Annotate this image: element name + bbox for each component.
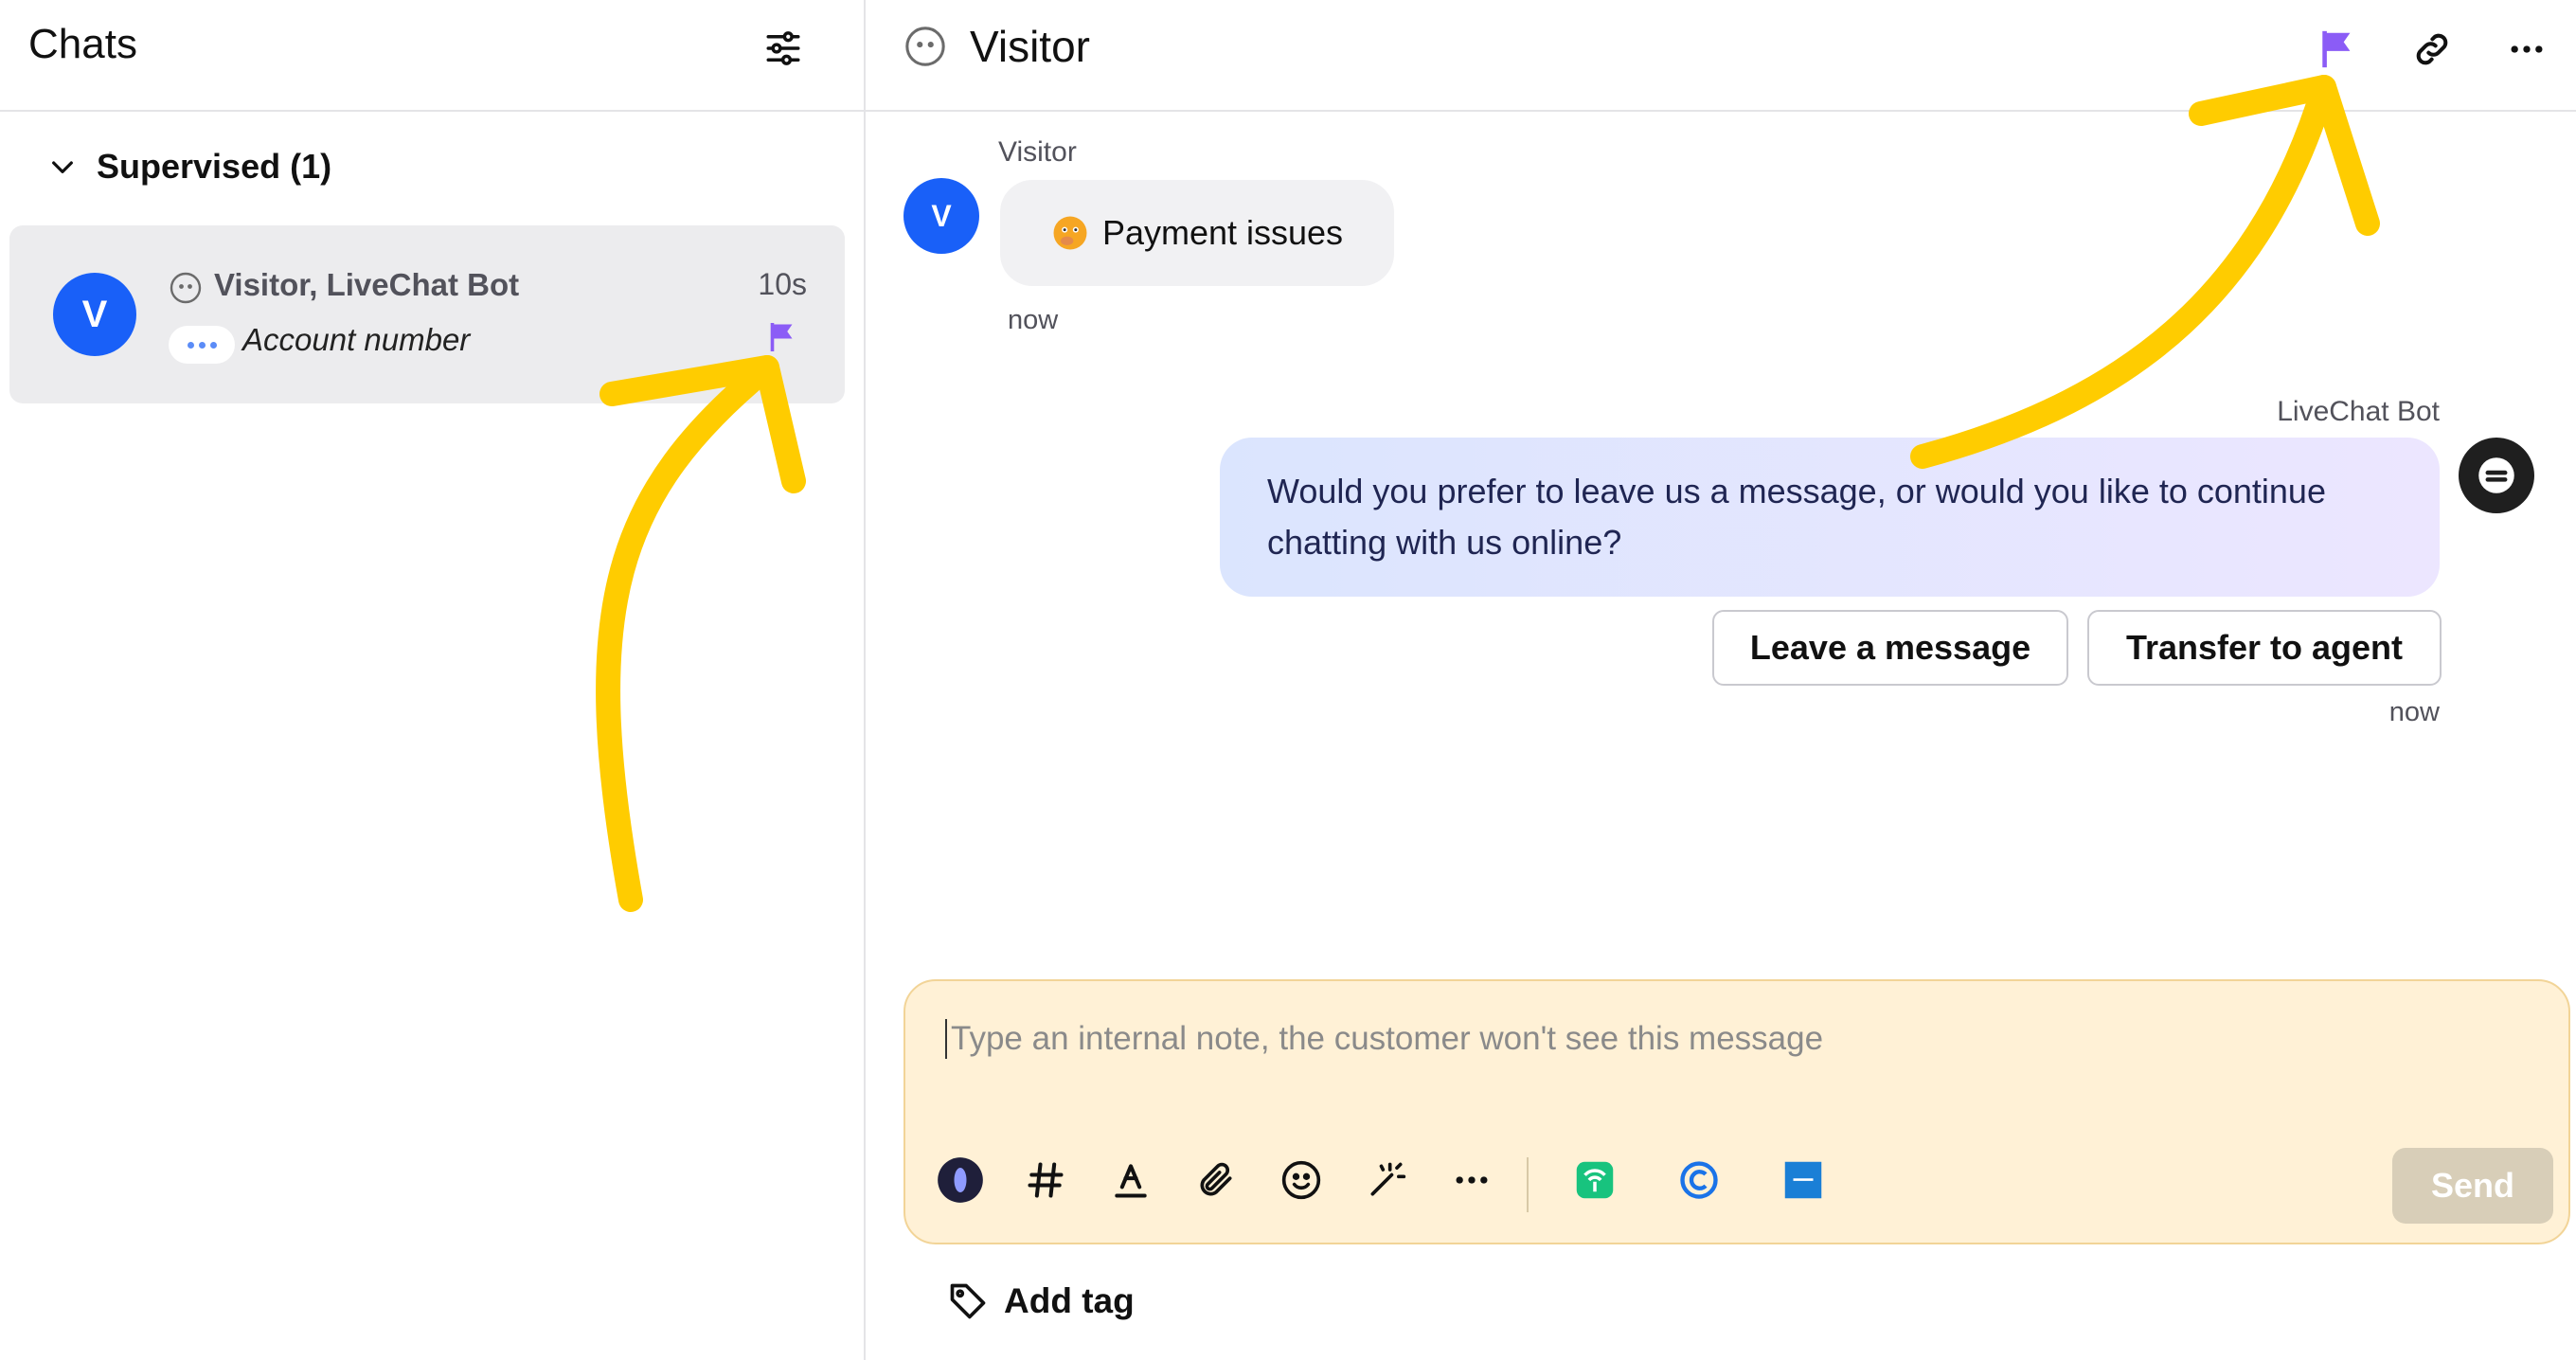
- tag-icon: [950, 1283, 986, 1319]
- flag-icon[interactable]: [765, 320, 799, 354]
- chat-participants: Visitor, LiveChat Bot: [214, 267, 520, 302]
- integration-blue-c-icon: [1680, 1161, 1718, 1199]
- attach-file-button[interactable]: [1190, 1154, 1243, 1207]
- ai-assistant-button[interactable]: [934, 1154, 987, 1207]
- bot-icon: [2478, 457, 2514, 493]
- chevron-down-icon: [52, 161, 73, 173]
- avatar: V: [53, 273, 136, 356]
- flag-icon: [2322, 30, 2351, 68]
- supervised-section-toggle[interactable]: Supervised (1): [47, 147, 331, 187]
- emoji-button[interactable]: [1275, 1154, 1328, 1207]
- text-format-button[interactable]: [1104, 1154, 1157, 1207]
- more-options-button[interactable]: [2496, 19, 2557, 80]
- chat-panel: Visitor Visitor V Payment issues now Liv…: [866, 0, 2576, 1360]
- section-label: Supervised (1): [97, 147, 332, 186]
- tenor-button[interactable]: [1777, 1154, 1830, 1207]
- add-tag-button[interactable]: Add tag: [947, 1280, 1135, 1322]
- message-composer: Send: [903, 979, 2570, 1244]
- chat-title: Visitor: [970, 22, 1090, 71]
- chat-time: 10s: [758, 267, 807, 301]
- leave-message-button[interactable]: Leave a message: [1712, 610, 2068, 686]
- magic-wand-icon: [1370, 1162, 1406, 1196]
- hashtag-button[interactable]: [1019, 1154, 1072, 1207]
- chat-preview: Account number: [242, 322, 471, 357]
- integration-button-blue[interactable]: [1673, 1154, 1726, 1207]
- filter-button[interactable]: [758, 23, 809, 74]
- more-tools-button[interactable]: [1445, 1154, 1498, 1207]
- message-text: Payment issues: [1101, 213, 1344, 252]
- typing-indicator: [169, 326, 235, 364]
- more-icon: [2511, 45, 2543, 53]
- thinking-face-icon: [1053, 216, 1087, 250]
- sender-label: LiveChat Bot: [2277, 396, 2440, 427]
- integration-button-green[interactable]: [1568, 1154, 1621, 1207]
- send-button[interactable]: Send: [2392, 1148, 2553, 1224]
- magic-wand-button[interactable]: [1360, 1154, 1413, 1207]
- internal-note-input[interactable]: [945, 1019, 2373, 1059]
- sender-label: Visitor: [998, 136, 1077, 168]
- integration-green-icon: [1576, 1161, 1614, 1199]
- sidebar-title: Chats: [28, 21, 137, 67]
- ai-assistant-icon: [938, 1157, 983, 1203]
- transfer-to-agent-button[interactable]: Transfer to agent: [2087, 610, 2442, 686]
- visitor-message: Payment issues: [1000, 180, 1394, 286]
- chat-list-item[interactable]: V Visitor, LiveChat Bot 10s Account numb…: [9, 225, 845, 403]
- message-time: now: [2388, 697, 2440, 727]
- tenor-icon: [1784, 1161, 1822, 1199]
- status-face-icon: [170, 272, 202, 304]
- link-icon: [2416, 33, 2448, 65]
- emoji-icon: [1281, 1160, 1321, 1200]
- add-tag-label: Add tag: [1004, 1281, 1135, 1320]
- flag-button[interactable]: [2307, 19, 2368, 80]
- more-icon: [1456, 1176, 1488, 1184]
- copy-link-button[interactable]: [2402, 19, 2462, 80]
- avatar: [2459, 438, 2534, 513]
- sliders-icon: [766, 31, 800, 65]
- chat-header: Visitor: [866, 0, 2576, 112]
- status-face-icon: [905, 27, 945, 66]
- toolbar-divider: [1527, 1157, 1529, 1212]
- text-format-icon: [1115, 1164, 1147, 1198]
- message-time: now: [1008, 305, 1059, 335]
- chat-list-sidebar: Chats Supervised (1) V Visitor, LiveChat…: [0, 0, 866, 1360]
- avatar: V: [903, 178, 979, 254]
- hashtag-icon: [1028, 1162, 1064, 1198]
- paperclip-icon: [1200, 1162, 1232, 1196]
- sidebar-header: Chats: [0, 0, 864, 112]
- bot-message: Would you prefer to leave us a message, …: [1220, 438, 2440, 597]
